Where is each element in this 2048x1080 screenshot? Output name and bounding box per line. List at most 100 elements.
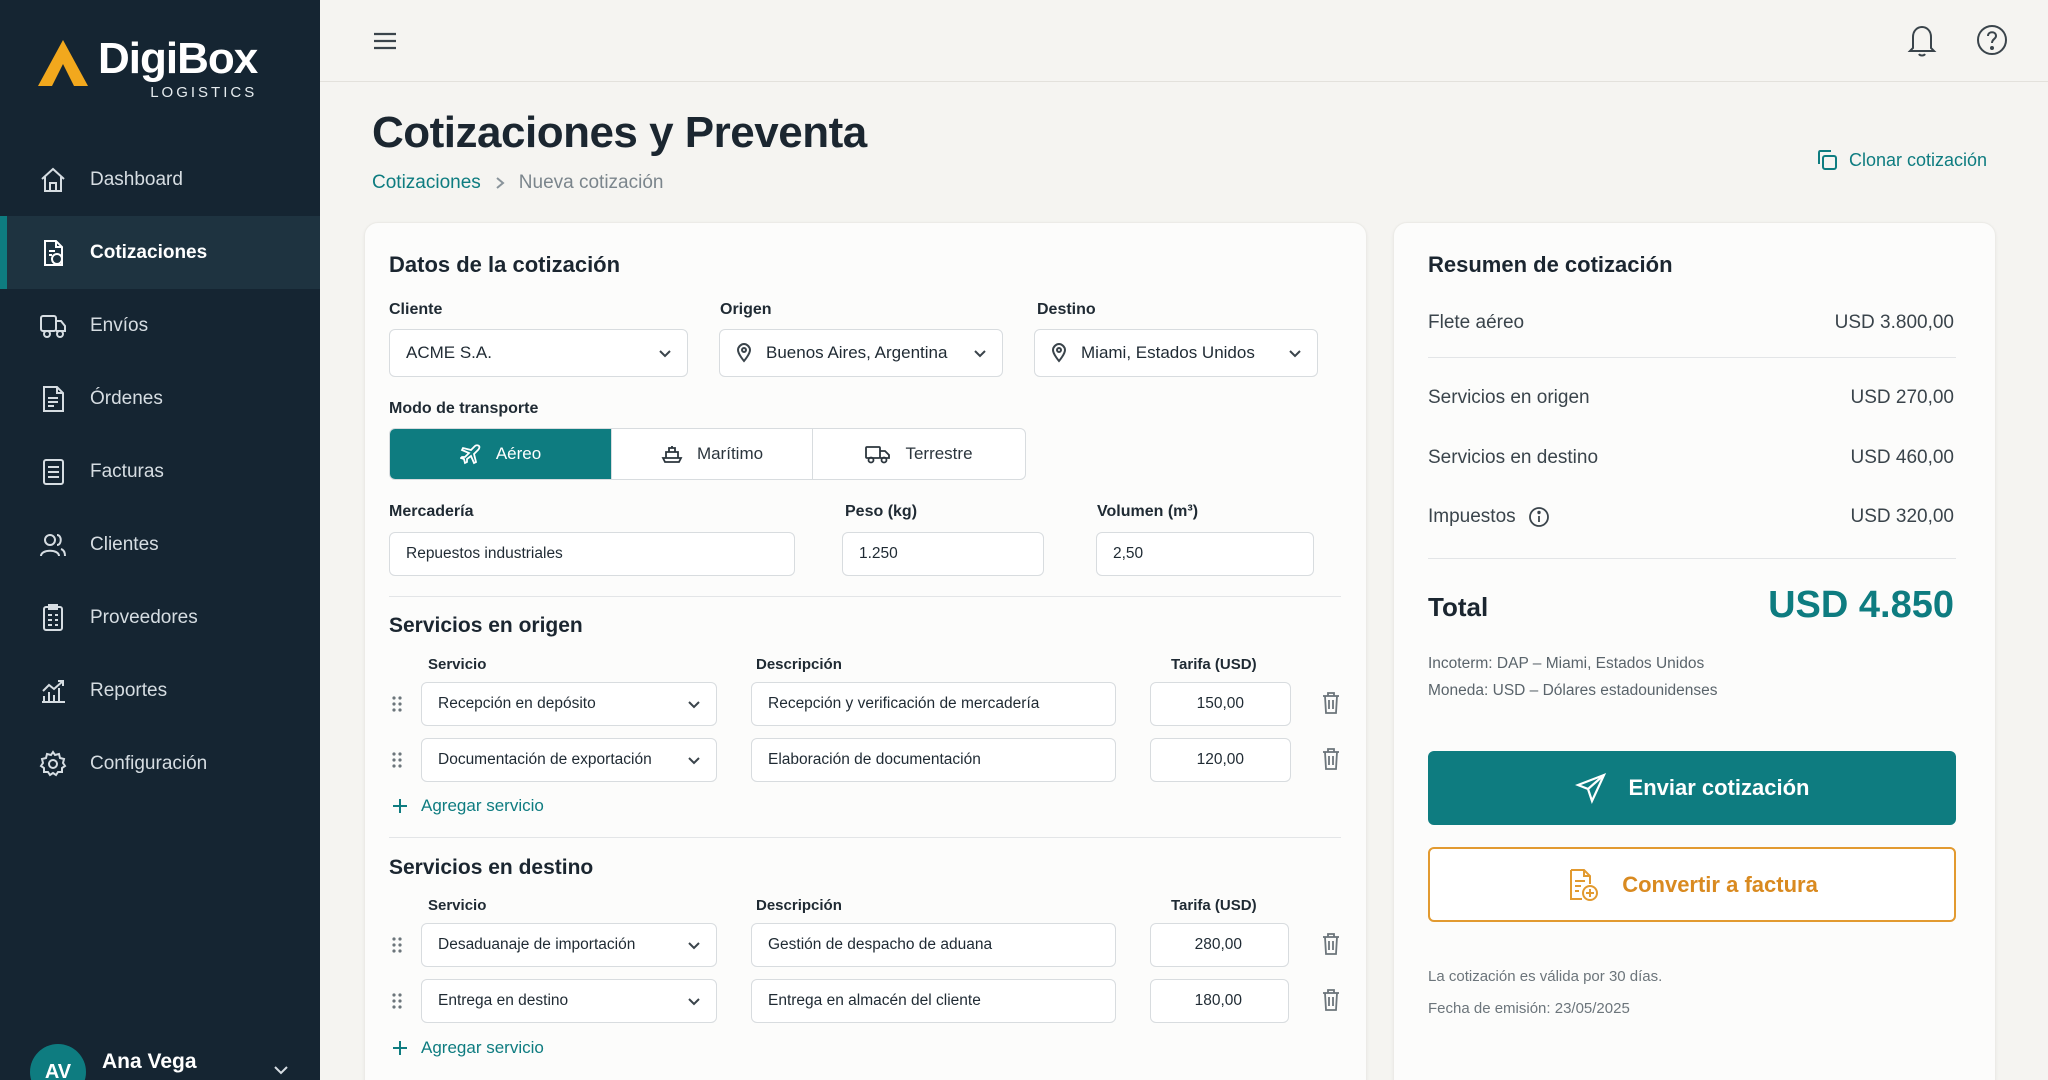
column-header-tarifa: Tarifa (USD): [1171, 656, 1257, 673]
clone-quote-button[interactable]: Clonar cotización: [1815, 148, 1987, 172]
volumen-input[interactable]: 2,50: [1096, 532, 1314, 576]
tarifa-input[interactable]: 180,00: [1150, 979, 1289, 1023]
tarifa-input[interactable]: 150,00: [1150, 682, 1291, 726]
drag-handle-icon[interactable]: [390, 991, 404, 1011]
brand-subtitle: LOGISTICS: [150, 84, 258, 101]
cliente-value: ACME S.A.: [406, 343, 492, 362]
chevron-down-icon: [688, 701, 700, 709]
cliente-select[interactable]: ACME S.A.: [389, 329, 688, 377]
destino-value: Miami, Estados Unidos: [1081, 343, 1255, 362]
brand-logo[interactable]: DigiBox LOGISTICS: [36, 34, 258, 101]
mode-maritimo-label: Marítimo: [696, 444, 764, 463]
servicio-value: Entrega en destino: [438, 992, 569, 1009]
sidebar-item-facturas[interactable]: Facturas: [0, 435, 320, 508]
tarifa-value: 150,00: [1196, 695, 1244, 712]
sidebar-item-ordenes[interactable]: Órdenes: [0, 362, 320, 435]
sidebar-item-envios[interactable]: Envíos: [0, 289, 320, 362]
trash-icon[interactable]: [1321, 988, 1341, 1012]
issue-date: Fecha de emisión: 23/05/2025: [1428, 1000, 1630, 1017]
help-icon[interactable]: [1975, 22, 2009, 58]
add-service-label: Agregar servicio: [421, 796, 544, 815]
mode-terrestre-button[interactable]: Terrestre: [813, 429, 1025, 479]
sidebar-item-proveedores[interactable]: Proveedores: [0, 581, 320, 654]
servicio-select[interactable]: Desaduanaje de importación: [421, 923, 717, 967]
peso-input[interactable]: 1.250: [842, 532, 1044, 576]
volumen-value: 2,50: [1113, 545, 1144, 562]
column-header-descripcion: Descripción: [756, 656, 842, 673]
currency-text: Moneda: USD – Dólares estadounidenses: [1428, 682, 1718, 699]
sidebar-item-label: Dashboard: [90, 168, 183, 190]
divider: [1428, 357, 1956, 358]
supplier-document-icon: [43, 603, 63, 631]
hamburger-menu-icon[interactable]: [370, 26, 400, 56]
trash-icon[interactable]: [1321, 747, 1341, 771]
peso-label: Peso (kg): [845, 503, 918, 520]
send-icon: [1574, 773, 1606, 804]
summary-line-value: USD 460,00: [1850, 447, 1954, 468]
breadcrumb-link-cotizaciones[interactable]: Cotizaciones: [372, 172, 481, 194]
column-header-servicio: Servicio: [428, 897, 487, 914]
descripcion-input[interactable]: Gestión de despacho de aduana: [751, 923, 1116, 967]
descripcion-value: Entrega en almacén del cliente: [768, 992, 981, 1009]
user-name: Ana Vega: [102, 1050, 197, 1073]
tarifa-value: 180,00: [1194, 992, 1242, 1009]
logo-mark-icon: [38, 40, 88, 86]
origen-select[interactable]: Buenos Aires, Argentina: [719, 329, 1003, 377]
sidebar-item-label: Órdenes: [90, 387, 163, 409]
incoterm-text: Incoterm: DAP – Miami, Estados Unidos: [1428, 655, 1705, 672]
invoice-icon: [43, 458, 64, 485]
divider: [389, 596, 1341, 597]
chevron-down-icon: [1289, 350, 1301, 358]
servicio-select[interactable]: Documentación de exportación: [421, 738, 717, 782]
cliente-label: Cliente: [389, 301, 443, 318]
mode-aereo-button[interactable]: Aéreo: [390, 429, 612, 479]
sidebar-item-label: Configuración: [90, 752, 208, 774]
add-origin-service-button[interactable]: Agregar servicio: [391, 796, 544, 816]
home-icon: [41, 167, 65, 192]
summary-line-label: Servicios en destino: [1428, 447, 1599, 468]
servicio-select[interactable]: Entrega en destino: [421, 979, 717, 1023]
chevron-down-icon: [274, 1066, 288, 1075]
destino-select[interactable]: Miami, Estados Unidos: [1034, 329, 1318, 377]
descripcion-input[interactable]: Entrega en almacén del cliente: [751, 979, 1116, 1023]
mercaderia-label: Mercadería: [389, 503, 474, 520]
bell-icon[interactable]: [1905, 22, 1939, 58]
trash-icon[interactable]: [1321, 932, 1341, 956]
brand-name: DigiBox: [98, 34, 258, 83]
servicio-select[interactable]: Recepción en depósito: [421, 682, 717, 726]
servicio-value: Documentación de exportación: [438, 751, 652, 768]
info-icon[interactable]: [1528, 506, 1550, 528]
drag-handle-icon[interactable]: [390, 694, 404, 714]
drag-handle-icon[interactable]: [390, 750, 404, 770]
sidebar-item-cotizaciones[interactable]: Cotizaciones: [0, 216, 320, 289]
send-quote-button[interactable]: Enviar cotización: [1428, 751, 1956, 825]
sidebar-item-label: Reportes: [90, 679, 168, 701]
summary-line-origen: Servicios en origen USD 270,00: [1428, 387, 1954, 409]
chevron-down-icon: [688, 998, 700, 1006]
descripcion-input[interactable]: Recepción y verificación de mercadería: [751, 682, 1116, 726]
plus-icon: [393, 1041, 407, 1055]
quote-summary-card: [1393, 222, 1996, 1080]
convert-to-invoice-label: Convertir a factura: [1622, 871, 1818, 897]
breadcrumb-current: Nueva cotización: [518, 172, 664, 193]
chart-icon: [42, 679, 65, 703]
sidebar-item-configuracion[interactable]: Configuración: [0, 727, 320, 800]
convert-to-invoice-button[interactable]: Convertir a factura: [1428, 847, 1956, 922]
user-menu[interactable]: AV Ana Vega: [30, 1044, 290, 1080]
drag-handle-icon[interactable]: [390, 935, 404, 955]
sidebar-item-clientes[interactable]: Clientes: [0, 508, 320, 581]
chevron-down-icon: [974, 350, 986, 358]
sidebar-item-reportes[interactable]: Reportes: [0, 654, 320, 727]
mode-maritimo-button[interactable]: Marítimo: [612, 429, 813, 479]
copy-icon: [1818, 150, 1837, 170]
divider: [389, 837, 1341, 838]
add-destination-service-button[interactable]: Agregar servicio: [391, 1038, 544, 1058]
tarifa-input[interactable]: 280,00: [1150, 923, 1289, 967]
sidebar-item-dashboard[interactable]: Dashboard: [0, 143, 320, 216]
tarifa-input[interactable]: 120,00: [1150, 738, 1291, 782]
summary-line-value: USD 3.800,00: [1834, 312, 1954, 333]
descripcion-input[interactable]: Elaboración de documentación: [751, 738, 1116, 782]
mercaderia-input[interactable]: Repuestos industriales: [389, 532, 795, 576]
trash-icon[interactable]: [1321, 691, 1341, 715]
total-label: Total: [1428, 592, 1489, 622]
